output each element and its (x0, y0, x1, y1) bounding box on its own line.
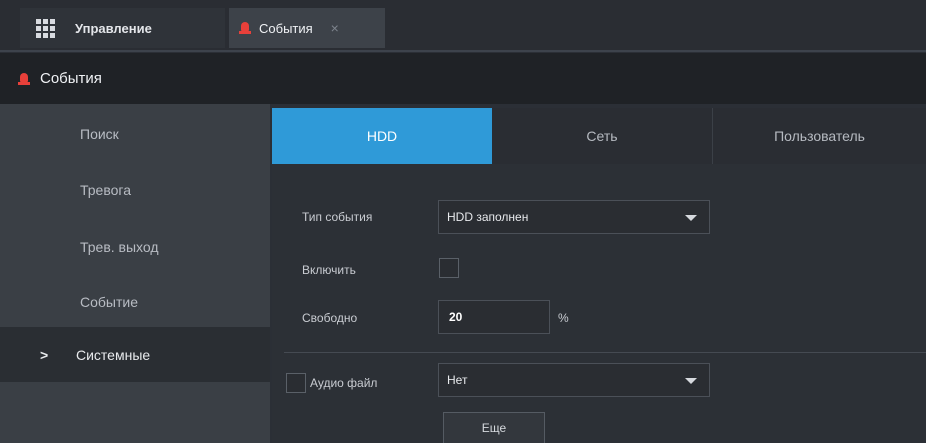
tab-management-label: Управление (75, 20, 152, 36)
top-tab-bar: Управление События × (0, 0, 926, 52)
tab-user[interactable]: Пользователь (713, 108, 926, 164)
audio-file-label: Аудио файл (310, 376, 378, 390)
enable-checkbox[interactable] (439, 258, 459, 278)
sidebar-item-system[interactable]: > Системные (0, 327, 270, 382)
event-type-label: Тип события (302, 210, 373, 224)
dropdown-caret-icon (685, 215, 697, 221)
tab-events[interactable]: События × (229, 8, 385, 48)
tab-network[interactable]: Сеть (492, 108, 713, 164)
free-space-label: Свободно (302, 311, 358, 325)
dropdown-caret-icon (685, 378, 697, 384)
more-button[interactable]: Еще (443, 412, 545, 443)
alarm-siren-icon (239, 21, 251, 35)
free-space-input[interactable]: 20 (438, 300, 550, 334)
audio-file-checkbox[interactable] (286, 373, 306, 393)
enable-label: Включить (302, 263, 356, 277)
percent-unit: % (558, 311, 569, 325)
sidebar: Поиск Тревога Трев. выход Событие > Сист… (0, 104, 270, 443)
subtab-bar: HDD Сеть Пользователь (272, 108, 926, 164)
sidebar-item-alarm[interactable]: Тревога (0, 162, 270, 217)
divider (284, 352, 926, 353)
sidebar-item-label: Системные (76, 346, 151, 363)
event-type-select[interactable]: HDD заполнен (438, 200, 710, 234)
sidebar-item-alarm-output[interactable]: Трев. выход (0, 219, 270, 274)
chevron-right-icon: > (40, 346, 49, 363)
section-header: События (0, 53, 926, 104)
tab-management[interactable]: Управление (20, 8, 225, 48)
audio-file-select[interactable]: Нет (438, 363, 710, 397)
sidebar-item-event[interactable]: Событие (0, 274, 270, 329)
alarm-siren-icon (18, 72, 30, 86)
close-tab-icon[interactable]: × (331, 20, 339, 36)
tab-events-label: События (259, 20, 313, 36)
event-type-value: HDD заполнен (447, 210, 529, 224)
main-panel: HDD Сеть Пользователь Тип события HDD за… (272, 108, 926, 443)
page-title: События (40, 70, 102, 87)
grid-menu-icon (36, 18, 55, 38)
audio-file-value: Нет (447, 373, 468, 387)
tab-hdd[interactable]: HDD (272, 108, 492, 164)
sidebar-item-search[interactable]: Поиск (0, 106, 270, 161)
